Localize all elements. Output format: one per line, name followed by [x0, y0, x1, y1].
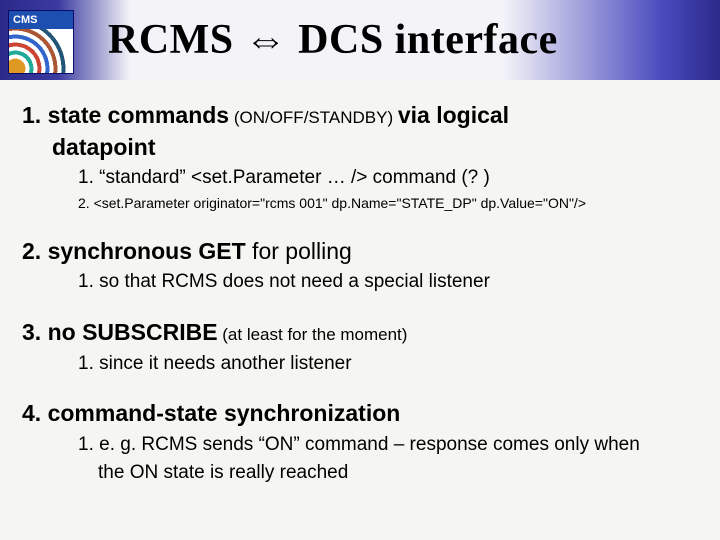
item-number: 2.	[22, 238, 41, 264]
logo-label: CMS	[9, 11, 73, 29]
cms-logo: CMS	[8, 10, 74, 74]
item-tail: for polling	[246, 238, 352, 264]
item-tail: via logical	[398, 102, 509, 128]
item-lead: no SUBSCRIBE	[48, 319, 218, 345]
item-paren: (at least for the moment)	[218, 325, 408, 344]
item-number: 1.	[22, 102, 41, 128]
item-paren: (ON/OFF/STANDBY)	[229, 108, 398, 127]
logo-art-icon	[9, 29, 73, 73]
list-item: 1. state commands (ON/OFF/STANDBY) via l…	[22, 102, 698, 130]
item-number: 3.	[22, 319, 41, 345]
page-title: RCMS ⇔ DCS interface	[108, 16, 558, 64]
title-bar: CMS RCMS ⇔ DCS interface	[0, 0, 720, 80]
item-lead: synchronous GET	[48, 238, 246, 264]
list-item: 3. no SUBSCRIBE (at least for the moment…	[22, 319, 698, 347]
content-area: 1. state commands (ON/OFF/STANDBY) via l…	[0, 80, 720, 485]
item-lead: command-state synchronization	[48, 400, 401, 426]
item-number: 4.	[22, 400, 41, 426]
sub-item: 1. so that RCMS does not need a special …	[22, 269, 698, 295]
sub-item: 1. since it needs another listener	[22, 351, 698, 377]
sub-item: 1. “standard” <set.Parameter … /> comman…	[22, 165, 698, 191]
item-lead: state commands	[48, 102, 230, 128]
sub-item: 1. e. g. RCMS sends “ON” command – respo…	[22, 432, 698, 458]
item-cont-text: datapoint	[52, 134, 156, 160]
list-item-cont: datapoint	[22, 134, 698, 162]
list-item: 4. command-state synchronization	[22, 400, 698, 428]
list-item: 2. synchronous GET for polling	[22, 238, 698, 266]
sub-item: 2. <set.Parameter originator="rcms 001" …	[22, 193, 698, 214]
sub-item-cont: the ON state is really reached	[22, 460, 698, 486]
